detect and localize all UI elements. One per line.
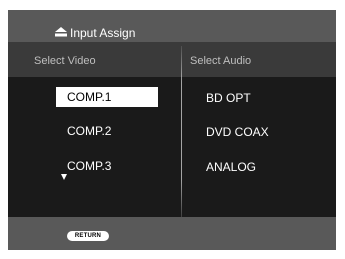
video-option-label: COMP.2 [67,124,112,138]
input-eject-icon [55,27,67,37]
title-bar: Input Assign [8,10,336,42]
video-option-label: COMP.3 [67,159,112,173]
video-option-label: COMP.1 [67,90,112,104]
input-assign-screen: Input Assign Select Video Select Audio C… [8,10,336,250]
return-button[interactable]: RETURN [67,231,109,241]
video-option-comp1[interactable]: COMP.1 [56,87,158,107]
video-option-comp3[interactable]: COMP.3 [56,156,158,176]
select-video-header: Select Video [34,55,96,67]
page-title: Input Assign [70,26,136,40]
audio-option-analog[interactable]: ANALOG [206,160,256,174]
footer-bar [8,217,336,250]
column-divider [181,46,182,224]
audio-option-dvd-coax[interactable]: DVD COAX [206,125,269,139]
select-audio-header: Select Audio [190,55,252,67]
scroll-down-arrow-icon[interactable] [61,174,67,180]
video-option-comp2[interactable]: COMP.2 [56,121,158,141]
audio-option-bd-opt[interactable]: BD OPT [206,91,251,105]
